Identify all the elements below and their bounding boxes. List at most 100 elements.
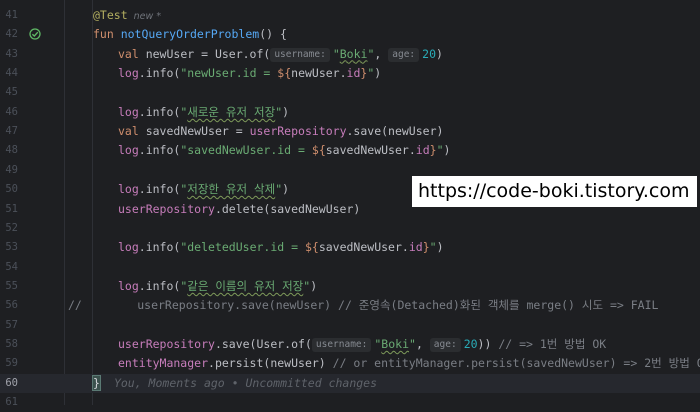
code-token: ) <box>374 66 382 81</box>
line-number: 42 <box>5 28 18 41</box>
code-token: id <box>408 240 423 255</box>
code-token: Boki <box>381 336 409 351</box>
code-token: )) <box>477 336 499 351</box>
line-number: 41 <box>5 9 18 21</box>
code-comment: // userRepository.save(newUser) // 준영속(D… <box>68 298 659 313</box>
code-token: .info( <box>138 104 181 119</box>
code-token: , <box>415 336 430 351</box>
code-line[interactable]: 60} You, Moments ago • Uncommitted change… <box>0 373 700 393</box>
code-token: log <box>118 278 139 293</box>
code-token: 새로운 유저 저장 <box>187 104 276 119</box>
code-token: .info( <box>138 240 181 255</box>
code-token: ) <box>436 240 444 255</box>
line-number: 60 <box>5 376 18 389</box>
code-token: 저장한 유저 삭제 <box>187 182 276 197</box>
code-token: userRepository <box>118 201 215 216</box>
closing-brace-caret: } <box>92 374 101 391</box>
code-token: ) <box>443 143 451 158</box>
code-token: () <box>259 27 280 42</box>
code-token: .save(User.of( <box>214 336 312 351</box>
code-line[interactable]: 47 val savedNewUser = userRepository.save… <box>0 122 700 141</box>
code-token: log <box>118 66 139 81</box>
line-number: 43 <box>5 47 18 60</box>
code-token: ) <box>282 182 290 197</box>
code-comment: // or entityManager.persist(savedNewUser… <box>332 356 700 371</box>
line-number: 52 <box>5 221 18 234</box>
line-number: 56 <box>5 299 18 312</box>
code-token: id <box>415 143 430 158</box>
code-token: .persist(newUser) <box>208 356 333 371</box>
code-line[interactable]: 42 fun notQueryOrderProblem() { <box>0 25 700 44</box>
line-number: 48 <box>5 144 18 157</box>
code-line[interactable]: 53 log.info("deletedUser.id = ${savedNewU… <box>0 238 700 257</box>
code-token: log <box>118 182 139 197</box>
code-line[interactable]: 46 log.info("새로운 유저 저장") <box>0 103 700 122</box>
code-token: entityManager <box>118 356 209 371</box>
code-line[interactable]: 56 // userRepository.save(newUser) // 준영속… <box>0 296 700 315</box>
code-token: "deletedUser.id = <box>180 240 305 255</box>
code-text: fun notQueryOrderProblem() { <box>93 25 287 44</box>
run-test-passed-icon[interactable] <box>29 28 41 40</box>
code-line[interactable]: 57 <box>0 316 700 335</box>
code-text: log.info("같은 이름의 유저 저장") <box>118 277 317 296</box>
code-text: userRepository.delete(savedNewUser) <box>118 200 360 219</box>
line-number: 45 <box>5 86 18 99</box>
code-token: 20 <box>422 46 436 61</box>
code-token: 20 <box>463 336 478 351</box>
line-number: 61 <box>5 396 18 408</box>
line-number: 44 <box>5 67 18 80</box>
code-line[interactable]: 58 userRepository.save(User.of(username: "… <box>0 335 700 354</box>
code-text: @Test new * <box>93 6 161 26</box>
code-token: savedNewUser. <box>325 143 416 158</box>
code-token: ${ <box>304 240 319 255</box>
line-number: 58 <box>5 337 18 350</box>
code-token: Boki <box>339 46 368 61</box>
code-line[interactable]: 43 val newUser = User.of(username: "Boki",… <box>0 45 700 64</box>
line-number: 59 <box>5 357 18 370</box>
code-token: userRepository <box>249 124 347 139</box>
code-token: . <box>138 66 146 81</box>
code-token: ) <box>436 46 443 61</box>
code-token: ) <box>310 278 318 293</box>
code-token: ${ <box>277 66 292 81</box>
line-number: 47 <box>5 125 18 138</box>
code-token: log <box>118 240 139 255</box>
code-token: log <box>118 143 139 158</box>
code-token: " <box>409 336 416 351</box>
code-line[interactable]: 55 log.info("같은 이름의 유저 저장") <box>0 277 700 296</box>
code-line[interactable]: 54 <box>0 258 700 277</box>
code-token: id <box>346 66 361 81</box>
code-comment: // => 1번 방법 OK <box>498 336 607 351</box>
code-token: newUser = User.of( <box>145 46 271 61</box>
code-line[interactable]: 61 <box>0 393 700 412</box>
code-token: @Test <box>93 8 128 22</box>
code-line[interactable]: 52 <box>0 219 700 238</box>
code-token: 같은 이름의 유저 저장 <box>187 278 304 293</box>
line-number: 49 <box>5 163 18 176</box>
watermark-url: https://code-boki.tistory.com <box>412 176 698 207</box>
code-token: .info( <box>138 278 181 293</box>
code-token: { <box>279 27 287 42</box>
code-token: .info( <box>138 143 181 158</box>
code-text: entityManager.persist(newUser) // or ent… <box>118 354 700 373</box>
code-token: val <box>118 124 146 139</box>
code-token: info( <box>145 66 181 81</box>
code-line[interactable]: 48 log.info("savedNewUser.id = ${savedNew… <box>0 141 700 160</box>
code-line[interactable]: 41 @Test new * <box>0 6 700 25</box>
code-text: log.info("저장한 유저 삭제") <box>118 180 289 199</box>
code-line[interactable]: 45 <box>0 83 700 102</box>
code-token: fun <box>93 27 121 42</box>
code-token: "savedNewUser.id = <box>180 143 312 158</box>
code-text: log.info("새로운 유저 저장") <box>118 103 289 122</box>
code-token: ${ <box>311 143 326 158</box>
code-line[interactable]: 59 entityManager.persist(newUser) // or e… <box>0 354 700 373</box>
code-token: .info( <box>138 182 181 197</box>
code-text: userRepository.save(User.of(username: "Bo… <box>118 335 606 354</box>
code-token: } <box>429 143 437 158</box>
code-token: newUser. <box>291 66 347 81</box>
code-token: savedNewUser = <box>145 124 250 139</box>
code-line[interactable]: 44 log.info("newUser.id = ${newUser.id}") <box>0 64 700 83</box>
line-number: 50 <box>5 183 18 196</box>
code-token: notQueryOrderProblem <box>120 27 260 42</box>
code-text: val newUser = User.of(username: "Boki", a… <box>118 45 443 64</box>
